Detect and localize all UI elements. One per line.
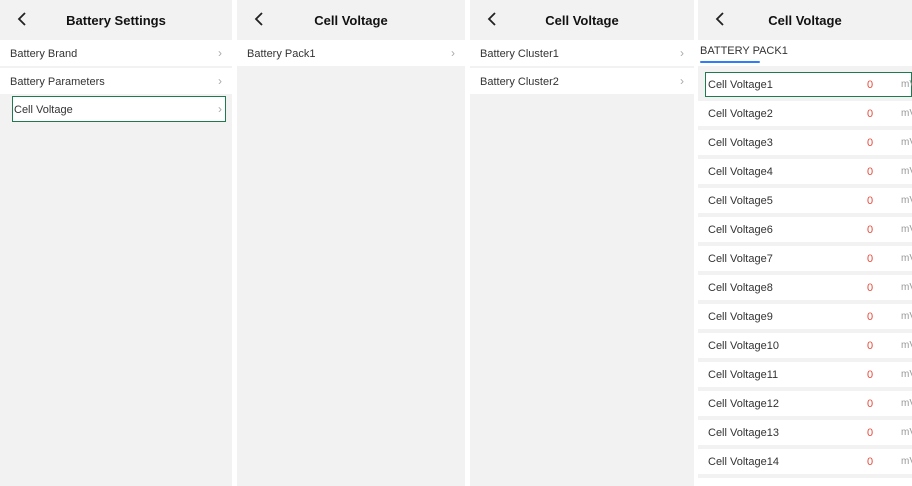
page-title: Cell Voltage xyxy=(768,13,842,28)
cell-voltage-label: Cell Voltage3 xyxy=(708,137,773,149)
cell-voltage-unit: mV xyxy=(901,398,912,409)
cell-voltage-row: Cell Voltage11 0 mV xyxy=(698,362,912,387)
cell-voltage-row: Cell Voltage150mV xyxy=(698,478,912,486)
cell-voltage-label: Cell Voltage1 xyxy=(708,79,773,91)
cell-voltage-value: 0 xyxy=(867,224,874,236)
cell-voltage-row: Cell Voltage9 0 mV xyxy=(698,304,912,329)
chevron-right-icon: › xyxy=(451,46,455,60)
chevron-right-icon: › xyxy=(680,46,684,60)
cell-voltage-value: 0 xyxy=(867,369,874,381)
cell-voltage-row: Cell Voltage6 0 mV xyxy=(698,217,912,242)
tab-indicator xyxy=(700,61,760,63)
cell-voltage-label: Cell Voltage10 xyxy=(708,340,779,352)
list-item-battery-brand[interactable]: Battery Brand › xyxy=(0,40,232,66)
cell-voltage-unit: mV xyxy=(901,456,912,467)
cell-voltage-label: Cell Voltage7 xyxy=(708,253,773,265)
cell-voltage-values-panel: Cell Voltage BATTERY PACK1 Cell Voltage1… xyxy=(698,0,912,486)
cell-voltage-row: Cell Voltage3 0 mV xyxy=(698,130,912,155)
cell-voltage-pack-panel: Cell Voltage Battery Pack1 › xyxy=(237,0,465,486)
cell-voltage-row: Cell Voltage5 0 mV xyxy=(698,188,912,213)
cell-voltage-value: 0 xyxy=(867,340,874,352)
list-item-label: Battery Cluster2 xyxy=(480,76,559,88)
chevron-right-icon: › xyxy=(218,102,222,116)
cell-voltage-unit: mV xyxy=(901,137,912,148)
cell-voltage-row: Cell Voltage7 0 mV xyxy=(698,246,912,271)
cell-voltage-row: Cell Voltage4 0 mV xyxy=(698,159,912,184)
cell-voltage-value: 0 xyxy=(867,456,874,468)
header: Cell Voltage xyxy=(237,0,465,40)
cell-voltage-label: Cell Voltage6 xyxy=(708,224,773,236)
cell-voltage-label: Cell Voltage12 xyxy=(708,398,779,410)
cell-voltage-label: Cell Voltage4 xyxy=(708,166,773,178)
chevron-right-icon: › xyxy=(680,74,684,88)
cell-voltage-unit: mV xyxy=(901,311,912,322)
list-item-battery-cluster1[interactable]: Battery Cluster1 › xyxy=(470,40,694,66)
cell-voltage-unit: mV xyxy=(901,427,912,438)
cell-voltage-row: Cell Voltage14 0 mV xyxy=(698,449,912,474)
cell-voltage-row: Cell Voltage8 0 mV xyxy=(698,275,912,300)
cell-voltage-label: Cell Voltage11 xyxy=(708,369,779,381)
cell-voltage-row: Cell Voltage12 0 mV xyxy=(698,391,912,416)
page-title: Cell Voltage xyxy=(314,13,388,28)
cell-voltage-unit: mV xyxy=(901,253,912,264)
list-item-label: Battery Pack1 xyxy=(247,48,316,60)
page-title: Cell Voltage xyxy=(545,13,619,28)
header: Cell Voltage xyxy=(470,0,694,40)
cell-voltage-row: Cell Voltage13 0 mV xyxy=(698,420,912,445)
cell-voltage-value: 0 xyxy=(867,137,874,149)
cell-voltage-label: Cell Voltage8 xyxy=(708,282,773,294)
cell-voltage-label: Cell Voltage5 xyxy=(708,195,773,207)
cell-voltage-label: Cell Voltage13 xyxy=(708,427,779,439)
list-item-cell-voltage[interactable]: Cell Voltage › xyxy=(12,96,226,122)
tab-bar: BATTERY PACK1 xyxy=(698,40,912,66)
tab-battery-pack1[interactable]: BATTERY PACK1 xyxy=(700,45,788,57)
list-item-label: Cell Voltage xyxy=(14,104,73,116)
cell-voltage-label: Cell Voltage14 xyxy=(708,456,779,468)
cell-voltage-value: 0 xyxy=(867,108,874,120)
cell-voltage-unit: mV xyxy=(901,166,912,177)
cell-voltage-unit: mV xyxy=(901,282,912,293)
cell-voltage-row: Cell Voltage2 0 mV xyxy=(698,101,912,126)
header: Battery Settings xyxy=(0,0,232,40)
page-title: Battery Settings xyxy=(66,13,166,28)
header: Cell Voltage xyxy=(698,0,912,40)
cell-voltage-unit: mV xyxy=(901,224,912,235)
chevron-right-icon: › xyxy=(218,46,222,60)
cell-voltage-label: Cell Voltage9 xyxy=(708,311,773,323)
cell-voltage-row: Cell Voltage10 0 mV xyxy=(698,333,912,358)
cell-voltage-unit: mV xyxy=(901,369,912,380)
cell-voltage-unit: mV xyxy=(901,79,912,90)
list-item-label: Battery Cluster1 xyxy=(480,48,559,60)
cell-voltage-value: 0 xyxy=(867,79,874,91)
battery-settings-panel: Battery Settings Battery Brand › Battery… xyxy=(0,0,232,486)
cell-voltage-value: 0 xyxy=(867,311,874,323)
list-item-label: Battery Parameters xyxy=(10,76,105,88)
cell-voltage-unit: mV xyxy=(901,195,912,206)
cell-voltage-label: Cell Voltage2 xyxy=(708,108,773,120)
cell-voltage-row: Cell Voltage1 0 mV xyxy=(705,72,912,97)
cell-voltage-value: 0 xyxy=(867,427,874,439)
list-item-battery-pack1[interactable]: Battery Pack1 › xyxy=(237,40,465,66)
cell-voltage-value: 0 xyxy=(867,282,874,294)
chevron-right-icon: › xyxy=(218,74,222,88)
list-item-battery-parameters[interactable]: Battery Parameters › xyxy=(0,68,232,94)
cell-voltage-unit: mV xyxy=(901,108,912,119)
cell-voltage-value: 0 xyxy=(867,166,874,178)
cell-voltage-value: 0 xyxy=(867,398,874,410)
cell-voltage-value: 0 xyxy=(867,195,874,207)
list-item-label: Battery Brand xyxy=(10,48,78,60)
cell-voltage-unit: mV xyxy=(901,340,912,351)
cell-voltage-value: 0 xyxy=(867,253,874,265)
cell-voltage-cluster-panel: Cell Voltage Battery Cluster1 › Battery … xyxy=(470,0,694,486)
cell-voltage-list: Cell Voltage10mVCell Voltage20mVCell Vol… xyxy=(698,72,912,486)
list-item-battery-cluster2[interactable]: Battery Cluster2 › xyxy=(470,68,694,94)
